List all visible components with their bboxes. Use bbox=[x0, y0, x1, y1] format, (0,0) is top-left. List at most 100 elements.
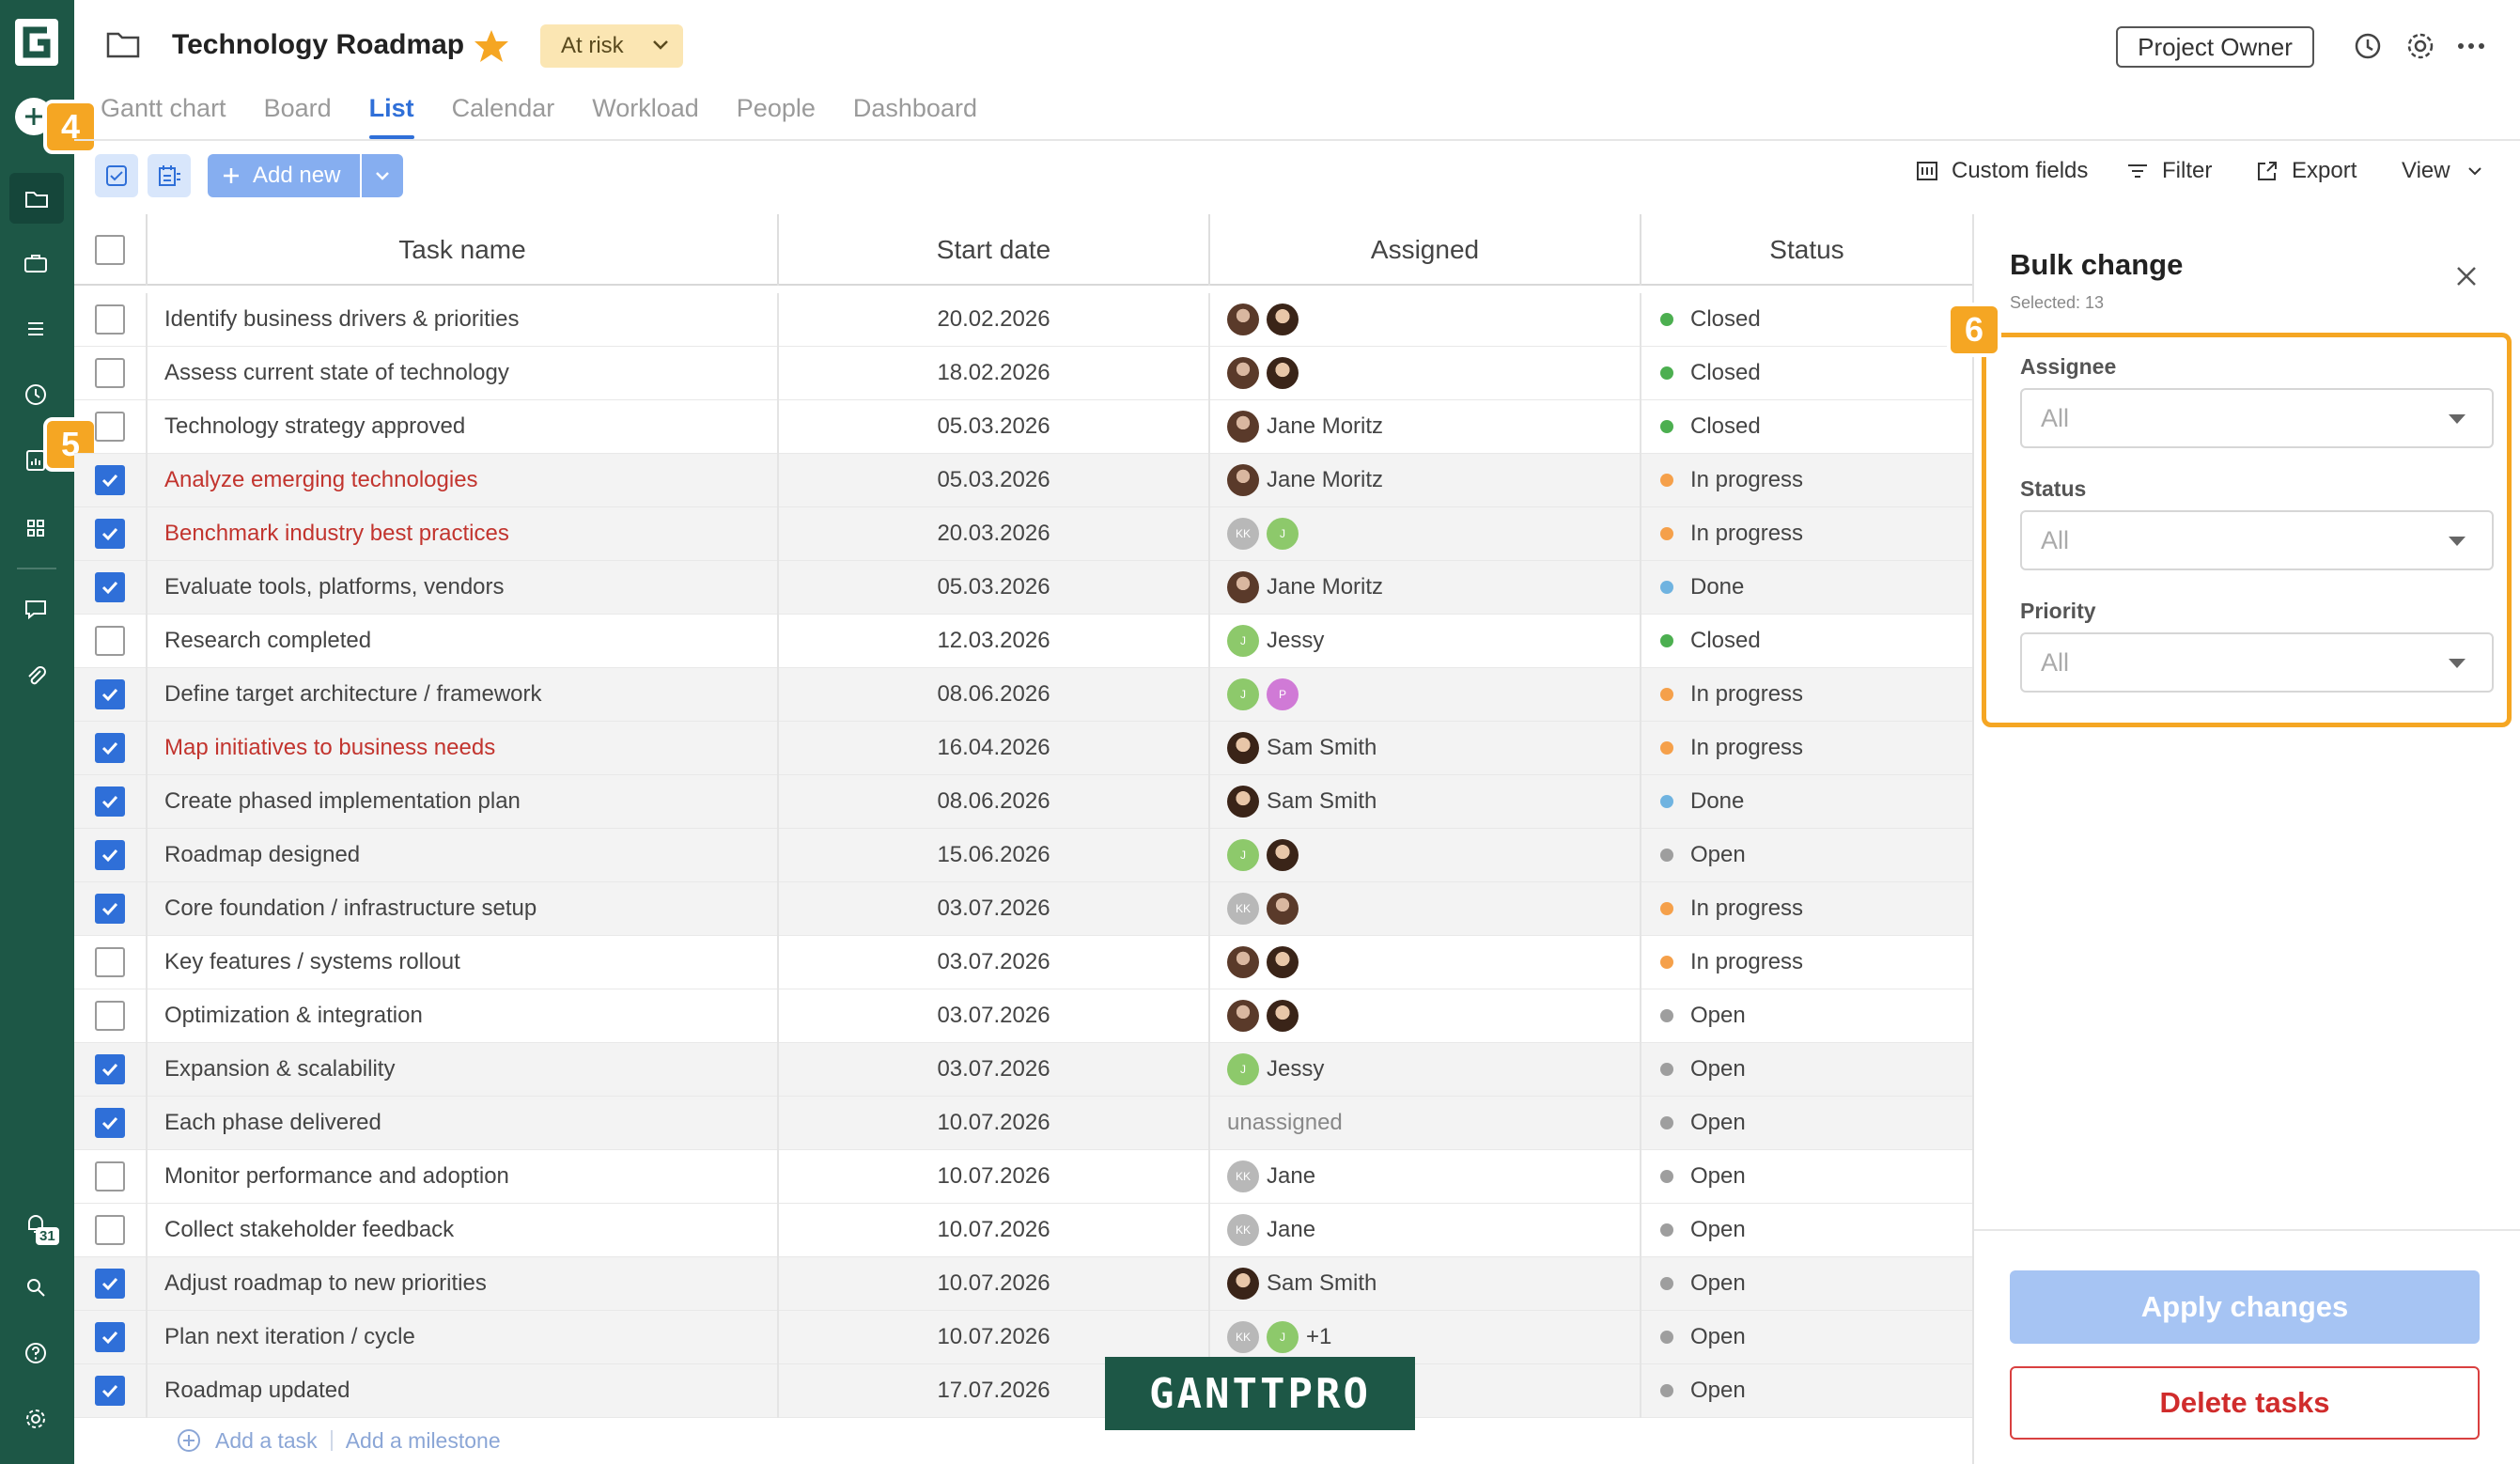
task-name-cell[interactable]: Create phased implementation plan bbox=[148, 774, 779, 829]
search-icon[interactable] bbox=[15, 1267, 56, 1308]
assigned-cell[interactable]: J Jessy bbox=[1210, 614, 1641, 668]
column-header-assigned[interactable]: Assigned bbox=[1210, 214, 1641, 286]
row-checkbox[interactable] bbox=[95, 1322, 125, 1352]
tab-board[interactable]: Board bbox=[264, 94, 332, 141]
status-cell[interactable]: Open bbox=[1641, 1311, 1972, 1364]
task-name-cell[interactable]: Roadmap updated bbox=[148, 1363, 779, 1418]
assigned-cell[interactable]: J Jessy bbox=[1210, 1042, 1641, 1097]
task-name-cell[interactable]: Identify business drivers & priorities bbox=[148, 292, 779, 347]
table-row[interactable]: Map initiatives to business needs 16.04.2… bbox=[74, 721, 1972, 775]
task-name-cell[interactable]: Collect stakeholder feedback bbox=[148, 1203, 779, 1257]
start-date-cell[interactable]: 03.07.2026 bbox=[779, 989, 1210, 1043]
task-name-cell[interactable]: Analyze emerging technologies bbox=[148, 453, 779, 507]
task-name-cell[interactable]: Evaluate tools, platforms, vendors bbox=[148, 560, 779, 615]
add-milestone-link[interactable]: Add a milestone bbox=[346, 1428, 501, 1454]
task-name-cell[interactable]: Adjust roadmap to new priorities bbox=[148, 1256, 779, 1311]
apps-grid-icon[interactable] bbox=[15, 507, 56, 549]
row-checkbox[interactable] bbox=[95, 1054, 125, 1084]
start-date-cell[interactable]: 10.07.2026 bbox=[779, 1203, 1210, 1257]
status-cell[interactable]: Open bbox=[1641, 1257, 1972, 1311]
ganttpro-logo[interactable] bbox=[15, 19, 58, 66]
start-date-cell[interactable]: 12.03.2026 bbox=[779, 614, 1210, 668]
status-cell[interactable]: In progress bbox=[1641, 507, 1972, 561]
add-circle-icon[interactable] bbox=[176, 1427, 202, 1454]
row-checkbox[interactable] bbox=[95, 1376, 125, 1406]
start-date-cell[interactable]: 03.07.2026 bbox=[779, 1042, 1210, 1097]
row-checkbox[interactable] bbox=[95, 947, 125, 977]
table-row[interactable]: Each phase delivered 10.07.2026 unassigned… bbox=[74, 1096, 1972, 1150]
status-cell[interactable]: Closed bbox=[1641, 347, 1972, 400]
row-checkbox[interactable] bbox=[95, 465, 125, 495]
status-cell[interactable]: Open bbox=[1641, 1097, 1972, 1150]
assigned-cell[interactable]: KK J +1 bbox=[1210, 1310, 1641, 1364]
comments-icon[interactable] bbox=[15, 588, 56, 630]
assigned-cell[interactable]: KK Jane bbox=[1210, 1149, 1641, 1204]
status-cell[interactable]: Closed bbox=[1641, 615, 1972, 668]
calendar-mode-button[interactable] bbox=[148, 154, 191, 197]
favorite-star-icon[interactable] bbox=[473, 28, 510, 64]
start-date-cell[interactable]: 10.07.2026 bbox=[779, 1256, 1210, 1311]
select-all-checkbox[interactable] bbox=[95, 235, 125, 265]
tab-list[interactable]: List bbox=[368, 94, 414, 141]
tab-gantt-chart[interactable]: Gantt chart bbox=[101, 94, 226, 141]
table-row[interactable]: Research completed 12.03.2026 J Jessy Closed bbox=[74, 614, 1972, 668]
column-header-start-date[interactable]: Start date bbox=[779, 214, 1210, 286]
assigned-cell[interactable]: JP bbox=[1210, 667, 1641, 722]
row-checkbox[interactable] bbox=[95, 1269, 125, 1299]
table-row[interactable]: Monitor performance and adoption 10.07.20… bbox=[74, 1149, 1972, 1204]
start-date-cell[interactable]: 10.07.2026 bbox=[779, 1149, 1210, 1204]
assigned-cell[interactable] bbox=[1210, 935, 1641, 989]
task-name-cell[interactable]: Expansion & scalability bbox=[148, 1042, 779, 1097]
tab-workload[interactable]: Workload bbox=[592, 94, 699, 141]
portfolio-briefcase-icon[interactable] bbox=[15, 242, 56, 284]
task-name-cell[interactable]: Benchmark industry best practices bbox=[148, 506, 779, 561]
assigned-cell[interactable]: Jane Moritz bbox=[1210, 399, 1641, 454]
task-name-cell[interactable]: Plan next iteration / cycle bbox=[148, 1310, 779, 1364]
time-clock-icon[interactable] bbox=[15, 374, 56, 415]
status-cell[interactable]: In progress bbox=[1641, 882, 1972, 936]
select-mode-button[interactable] bbox=[95, 154, 138, 197]
task-name-cell[interactable]: Optimization & integration bbox=[148, 989, 779, 1043]
start-date-cell[interactable]: 15.06.2026 bbox=[779, 828, 1210, 882]
row-checkbox[interactable] bbox=[95, 572, 125, 602]
projects-folder-icon[interactable] bbox=[9, 173, 64, 224]
start-date-cell[interactable]: 10.07.2026 bbox=[779, 1096, 1210, 1150]
start-date-cell[interactable]: 08.06.2026 bbox=[779, 667, 1210, 722]
start-date-cell[interactable]: 10.07.2026 bbox=[779, 1310, 1210, 1364]
table-row[interactable]: Benchmark industry best practices 20.03.2… bbox=[74, 506, 1972, 561]
table-row[interactable]: Roadmap updated 17.07.2026 Open bbox=[74, 1363, 1972, 1418]
status-cell[interactable]: Open bbox=[1641, 829, 1972, 882]
priority-select[interactable]: All bbox=[2020, 632, 2494, 693]
column-header-task-name[interactable]: Task name bbox=[148, 214, 779, 286]
assigned-cell[interactable]: Sam Smith bbox=[1210, 721, 1641, 775]
task-name-cell[interactable]: Roadmap designed bbox=[148, 828, 779, 882]
row-checkbox[interactable] bbox=[95, 894, 125, 924]
start-date-cell[interactable]: 20.03.2026 bbox=[779, 506, 1210, 561]
start-date-cell[interactable]: 20.02.2026 bbox=[779, 292, 1210, 347]
table-row[interactable]: Define target architecture / framework 08… bbox=[74, 667, 1972, 722]
add-task-link[interactable]: Add a task bbox=[215, 1428, 318, 1454]
start-date-cell[interactable]: 05.03.2026 bbox=[779, 399, 1210, 454]
status-cell[interactable]: Open bbox=[1641, 1150, 1972, 1204]
assigned-cell[interactable]: Sam Smith bbox=[1210, 774, 1641, 829]
start-date-cell[interactable]: 05.03.2026 bbox=[779, 453, 1210, 507]
status-select[interactable]: All bbox=[2020, 510, 2494, 570]
task-name-cell[interactable]: Research completed bbox=[148, 614, 779, 668]
start-date-cell[interactable]: 16.04.2026 bbox=[779, 721, 1210, 775]
row-checkbox[interactable] bbox=[95, 787, 125, 817]
task-name-cell[interactable]: Each phase delivered bbox=[148, 1096, 779, 1150]
assigned-cell[interactable]: Jane Moritz bbox=[1210, 560, 1641, 615]
start-date-cell[interactable]: 03.07.2026 bbox=[779, 881, 1210, 936]
export-button[interactable]: Export bbox=[2254, 158, 2357, 184]
tab-people[interactable]: People bbox=[737, 94, 816, 141]
more-options-icon[interactable] bbox=[2453, 28, 2489, 64]
attachment-clip-icon[interactable] bbox=[15, 656, 56, 697]
assigned-cell[interactable]: Jane Moritz bbox=[1210, 453, 1641, 507]
table-row[interactable]: Analyze emerging technologies 05.03.2026 J… bbox=[74, 453, 1972, 507]
row-checkbox[interactable] bbox=[95, 1215, 125, 1245]
task-name-cell[interactable]: Map initiatives to business needs bbox=[148, 721, 779, 775]
row-checkbox[interactable] bbox=[95, 733, 125, 763]
assigned-cell[interactable] bbox=[1210, 346, 1641, 400]
status-cell[interactable]: Open bbox=[1641, 1043, 1972, 1097]
row-checkbox[interactable] bbox=[95, 412, 125, 442]
